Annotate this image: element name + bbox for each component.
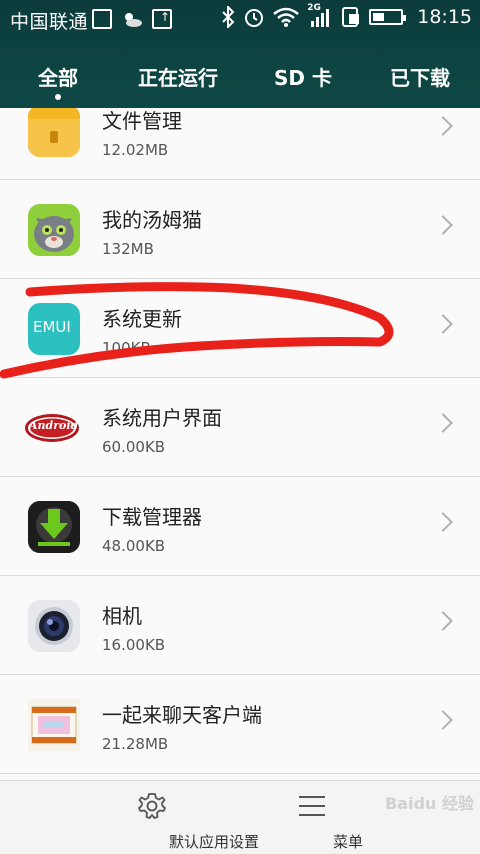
gear-icon xyxy=(138,793,166,819)
menu-button[interactable]: 菜单 xyxy=(276,781,363,854)
default-apps-settings-button[interactable]: 默认应用设置 xyxy=(90,781,259,854)
red-annotation-stroke xyxy=(0,282,394,379)
menu-label: 菜单 xyxy=(332,833,363,851)
settings-label: 默认应用设置 xyxy=(168,833,259,851)
menu-icon xyxy=(299,796,325,816)
watermark: Baidu 经验 xyxy=(385,794,474,813)
